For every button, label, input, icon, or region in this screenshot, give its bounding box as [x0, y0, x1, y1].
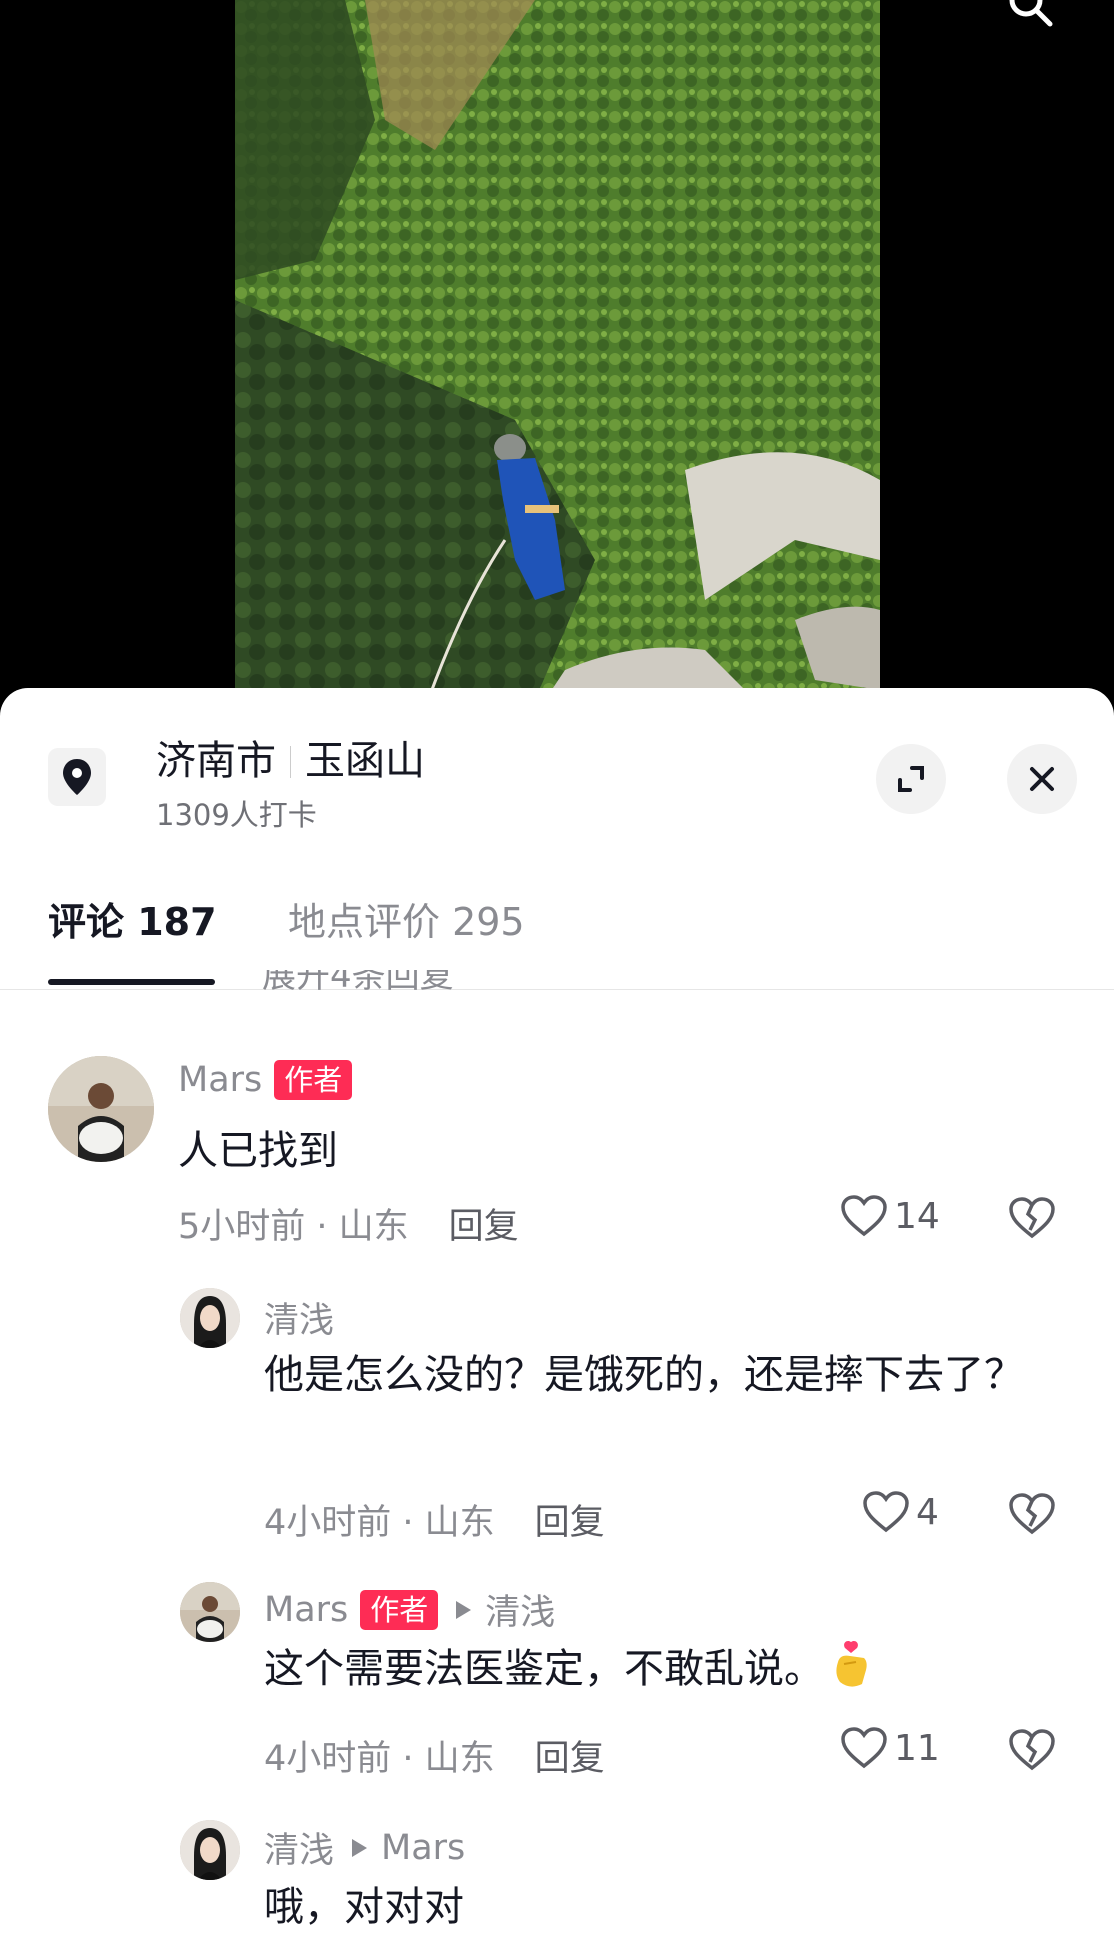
- username[interactable]: Mars: [178, 1060, 262, 1100]
- expand-button[interactable]: [876, 744, 946, 814]
- comment-meta: 5小时前 · 山东 回复: [178, 1198, 519, 1249]
- like-count: 4: [916, 1491, 939, 1533]
- finger-heart-emoji-icon: [836, 1640, 867, 1687]
- reply-username[interactable]: 清浅: [264, 1292, 334, 1343]
- comment-sheet: 济南市 玉函山 1309人打卡 评论 187 地点评价 295 展开4条回复 M…: [0, 688, 1114, 1956]
- dislike-icon[interactable]: [1008, 1196, 1056, 1240]
- video-frame[interactable]: [235, 0, 880, 700]
- dislike-icon[interactable]: [1008, 1728, 1056, 1772]
- expand-replies-label: 展开4条回复: [262, 970, 454, 994]
- reply-to-username[interactable]: Mars: [381, 1828, 465, 1868]
- reply-meta: 4小时前 · 山东 回复: [264, 1494, 605, 1545]
- like-button[interactable]: 4: [862, 1490, 939, 1534]
- location-pin-icon: [48, 748, 106, 806]
- author-badge: 作者: [360, 1589, 439, 1630]
- avatar[interactable]: [180, 1288, 240, 1348]
- heart-icon: [863, 1491, 909, 1533]
- reply-button[interactable]: 回复: [535, 1503, 605, 1543]
- username[interactable]: 清浅: [264, 1822, 334, 1873]
- checkin-count: 1309人打卡: [156, 798, 317, 832]
- username[interactable]: 清浅: [264, 1292, 334, 1343]
- username[interactable]: Mars: [264, 1590, 348, 1630]
- reply-username[interactable]: 清浅 Mars: [264, 1822, 465, 1873]
- location-city: 济南市: [156, 738, 276, 784]
- avatar[interactable]: [180, 1820, 240, 1880]
- active-tab-indicator: [48, 979, 215, 985]
- expand-icon: [898, 766, 924, 792]
- comment-text: 人已找到: [178, 1128, 338, 1174]
- reply-button[interactable]: 回复: [535, 1739, 605, 1779]
- comment-time-location: 5小时前 · 山东: [178, 1207, 409, 1247]
- tab-comments[interactable]: 评论 187: [48, 891, 217, 946]
- avatar[interactable]: [48, 1056, 154, 1162]
- reply-time-location: 4小时前 · 山东: [264, 1503, 495, 1543]
- reply-to-arrow-icon: [456, 1600, 472, 1619]
- tab-place-reviews[interactable]: 地点评价 295: [288, 891, 525, 946]
- reply-username[interactable]: Mars 作者 清浅: [264, 1584, 555, 1635]
- heart-icon: [841, 1727, 887, 1769]
- reply-meta: 4小时前 · 山东 回复: [264, 1730, 605, 1781]
- location-title[interactable]: 济南市 玉函山: [156, 728, 425, 786]
- avatar[interactable]: [180, 1582, 240, 1642]
- close-button[interactable]: [1007, 744, 1077, 814]
- reply-text: 这个需要法医鉴定，不敢乱说。: [264, 1638, 1044, 1700]
- expand-replies-link[interactable]: 展开4条回复: [262, 970, 454, 994]
- like-count: 14: [894, 1195, 940, 1237]
- reply-to-username[interactable]: 清浅: [485, 1584, 555, 1635]
- tab-bar: 评论 187 地点评价 295: [0, 883, 1114, 990]
- close-icon: [1030, 767, 1054, 791]
- video-player[interactable]: [0, 0, 1114, 700]
- comment-username[interactable]: Mars 作者: [178, 1060, 353, 1100]
- like-button[interactable]: 14: [840, 1194, 940, 1238]
- reply-time-location: 4小时前 · 山东: [264, 1739, 495, 1779]
- location-place: 玉函山: [305, 738, 425, 784]
- search-icon[interactable]: [1008, 0, 1054, 28]
- title-divider: [290, 746, 291, 778]
- video-scene: [235, 0, 880, 700]
- author-badge: 作者: [274, 1060, 353, 1100]
- reply-to-arrow-icon: [352, 1838, 368, 1857]
- heart-icon: [841, 1195, 887, 1237]
- dislike-icon[interactable]: [1008, 1492, 1056, 1536]
- reply-text: 哦，对对对: [264, 1884, 464, 1930]
- reply-button[interactable]: 回复: [449, 1207, 519, 1247]
- reply-text-content: 这个需要法医鉴定，不敢乱说。: [264, 1646, 824, 1692]
- like-button[interactable]: 11: [840, 1726, 940, 1770]
- location-header[interactable]: 济南市 玉函山 1309人打卡: [0, 688, 1114, 838]
- like-count: 11: [894, 1727, 940, 1769]
- reply-text: 他是怎么没的？是饿死的，还是摔下去了？: [264, 1352, 1024, 1398]
